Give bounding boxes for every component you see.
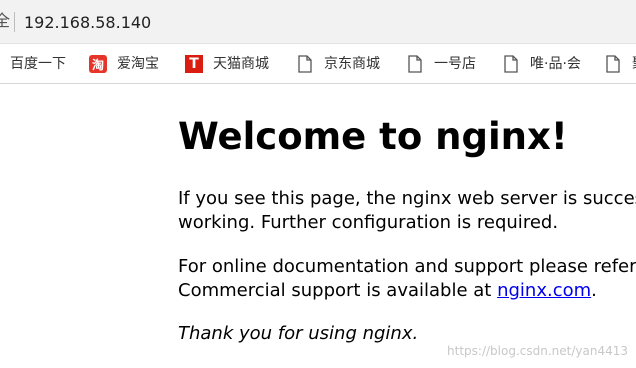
bookmark-aitaobao[interactable]: 淘 爱淘宝 [89,53,159,75]
watermark: https://blog.csdn.net/yan4413 [447,344,628,358]
address-divider [14,12,15,32]
url-input[interactable] [24,11,584,33]
page-icon [406,55,424,73]
page-icon [296,55,314,73]
bookmark-label: 聚 [632,53,636,75]
bookmark-label: 唯·品·会 [530,56,581,72]
bookmark-jd[interactable]: 京东商城 [296,53,380,75]
tmall-icon: T [185,55,203,73]
bookmark-label: 天猫商城 [213,56,269,72]
intro-line-2: working. Further configuration is requir… [178,212,559,233]
browser-window: 全 百度一下 淘 爱淘宝 T 天猫商城 京东商城 一号店 [0,0,636,368]
taobao-icon: 淘 [89,55,107,73]
bookmark-tmall[interactable]: T 天猫商城 [185,53,269,75]
security-indicator-icon[interactable]: 全 [0,10,10,32]
bookmarks-bar: 百度一下 淘 爱淘宝 T 天猫商城 京东商城 一号店 唯·品·会 [0,44,636,84]
support-text: Commercial support is available at [178,280,498,301]
bookmark-label: 爱淘宝 [117,56,159,72]
page-content: Welcome to nginx! If you see this page, … [0,85,636,368]
bookmark-ju[interactable]: 聚 [604,53,636,75]
page-icon [604,55,622,73]
bookmark-yihaodian[interactable]: 一号店 [406,53,476,75]
thank-you-text: Thank you for using nginx. [178,323,419,344]
bookmark-label: 百度一下 [10,56,66,72]
page-icon [502,55,520,73]
support-paragraph: For online documentation and support ple… [178,255,636,303]
support-suffix: . [591,280,597,301]
support-line-2: Commercial support is available at nginx… [178,279,636,303]
intro-paragraph: If you see this page, the nginx web serv… [178,187,636,235]
bookmark-baidu[interactable]: 百度一下 [10,53,66,75]
bookmark-label: 京东商城 [324,56,380,72]
intro-line-1: If you see this page, the nginx web serv… [178,188,636,209]
nginx-com-link[interactable]: nginx.com [497,280,591,301]
bookmark-label: 一号店 [434,56,476,72]
page-title: Welcome to nginx! [178,115,568,158]
bookmark-vipshop[interactable]: 唯·品·会 [502,53,581,75]
support-line-1: For online documentation and support ple… [178,256,636,277]
address-bar: 全 [0,0,636,44]
